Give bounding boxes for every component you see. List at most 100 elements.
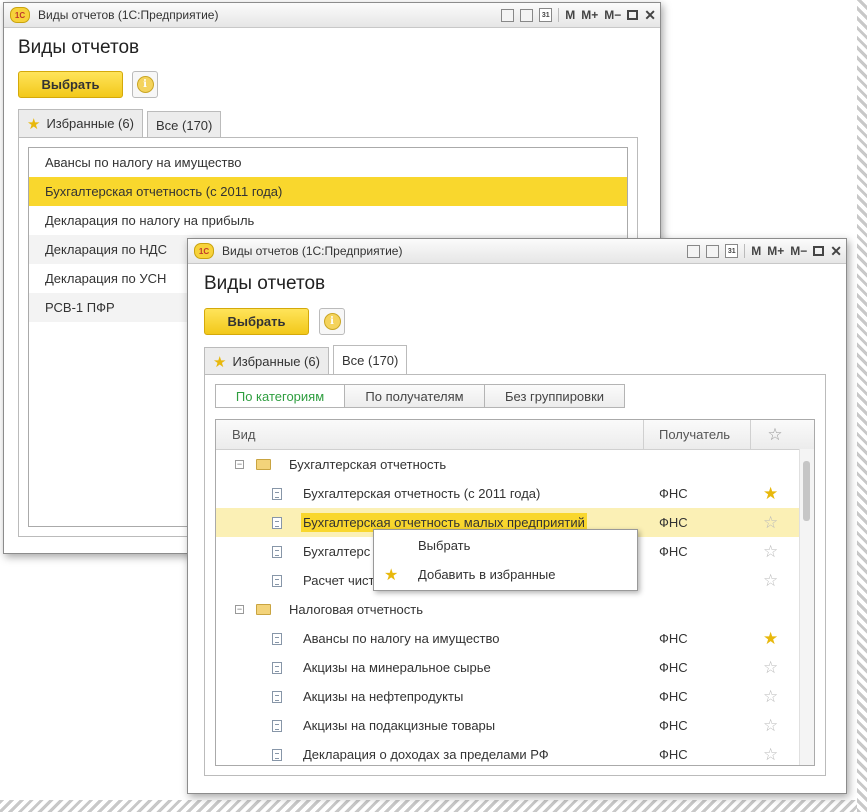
context-menu: Выбрать ★ Добавить в избранные xyxy=(373,529,638,591)
group-row[interactable]: − Бухгалтерская отчетность xyxy=(216,450,814,479)
select-button[interactable]: Выбрать xyxy=(18,71,123,98)
favorite-star-icon[interactable]: ★ xyxy=(763,629,778,649)
scrollbar-thumb[interactable] xyxy=(803,461,810,521)
row-recipient: ФНС xyxy=(659,718,688,733)
list-item-selected[interactable]: Бухгалтерская отчетность (с 2011 года) xyxy=(29,177,627,206)
favorite-star-outline-icon[interactable]: ☆ xyxy=(763,745,778,765)
context-menu-item-add-favorite[interactable]: ★ Добавить в избранные xyxy=(374,560,637,589)
calculator-icon[interactable] xyxy=(706,244,720,258)
tab-favorites[interactable]: ★ Избранные (6) xyxy=(204,347,329,375)
list-item[interactable]: Декларация по налогу на прибыль xyxy=(29,206,627,235)
select-button[interactable]: Выбрать xyxy=(204,308,309,335)
window-all-reports: 1С Виды отчетов (1С:Предприятие) 31 M M+… xyxy=(187,238,847,794)
column-header-name[interactable]: Вид xyxy=(216,420,644,449)
calculator-icon[interactable] xyxy=(520,8,534,22)
collapse-icon[interactable]: − xyxy=(235,605,244,614)
star-icon: ★ xyxy=(27,115,41,133)
document-icon xyxy=(272,719,282,732)
maximize-icon[interactable] xyxy=(813,246,825,256)
document-icon xyxy=(272,632,282,645)
favorite-star-outline-icon[interactable]: ☆ xyxy=(763,687,778,707)
calendar-icon[interactable]: 31 xyxy=(539,8,553,22)
column-header-favorite[interactable]: ☆ xyxy=(751,420,799,449)
maximize-icon[interactable] xyxy=(627,10,639,20)
table-row[interactable]: Декларация о доходах за пределами РФ ФНС… xyxy=(216,740,814,765)
row-label: Бухгалтерская отчетность (с 2011 года) xyxy=(303,486,541,501)
form-title: Виды отчетов xyxy=(204,273,326,294)
table-row[interactable]: Авансы по налогу на имущество ФНС ★ xyxy=(216,624,814,653)
titlebar-tools: 31 M M+ M− ✕ xyxy=(501,3,656,27)
list-item-label: Декларация по НДС xyxy=(45,242,167,257)
favorite-star-icon[interactable]: ★ xyxy=(763,484,778,504)
table-row[interactable]: Акцизы на минеральное сырье ФНС ☆ xyxy=(216,653,814,682)
list-item-label: Авансы по налогу на имущество xyxy=(45,155,242,170)
folder-icon xyxy=(256,604,271,615)
memory-m-button[interactable]: M xyxy=(751,244,761,258)
group-label: Бухгалтерская отчетность xyxy=(289,457,447,472)
list-item-label: Бухгалтерская отчетность (с 2011 года) xyxy=(45,184,283,199)
star-icon: ★ xyxy=(384,566,399,584)
row-label: Акцизы на подакцизные товары xyxy=(303,718,496,733)
memory-plus-button[interactable]: M+ xyxy=(767,244,784,258)
column-header-recipient[interactable]: Получатель xyxy=(644,420,751,449)
row-recipient: ФНС xyxy=(659,544,688,559)
menu-item-label: Выбрать xyxy=(418,537,471,553)
table-row[interactable]: Акцизы на подакцизные товары ФНС ☆ xyxy=(216,711,814,740)
info-button[interactable]: i xyxy=(319,308,345,335)
tab-all[interactable]: Все (170) xyxy=(147,111,222,139)
memory-m-button[interactable]: M xyxy=(565,8,575,22)
separator xyxy=(744,244,746,258)
torn-edge-bottom xyxy=(0,800,867,812)
form-title: Виды отчетов xyxy=(18,37,140,58)
table-row[interactable]: Бухгалтерская отчетность (с 2011 года) Ф… xyxy=(216,479,814,508)
context-menu-item-select[interactable]: Выбрать xyxy=(374,530,637,560)
memory-plus-button[interactable]: M+ xyxy=(581,8,598,22)
info-button[interactable]: i xyxy=(132,71,158,98)
group-row[interactable]: − Налоговая отчетность xyxy=(216,595,814,624)
column-label: Вид xyxy=(232,427,256,442)
link-icon[interactable] xyxy=(687,244,701,258)
list-item-label: Декларация по налогу на прибыль xyxy=(45,213,255,228)
row-label: Декларация о доходах за пределами РФ xyxy=(303,747,549,762)
app-logo-icon: 1С xyxy=(194,243,214,259)
close-icon[interactable]: ✕ xyxy=(644,7,656,24)
row-recipient: ФНС xyxy=(659,747,688,762)
tab-label: Все (170) xyxy=(156,118,213,133)
row-label: Расчет чист xyxy=(303,573,375,588)
favorite-star-outline-icon[interactable]: ☆ xyxy=(763,716,778,736)
memory-minus-button[interactable]: M− xyxy=(604,8,621,22)
no-grouping-button[interactable]: Без группировки xyxy=(484,384,625,408)
group-label: Налоговая отчетность xyxy=(289,602,423,617)
favorite-star-outline-icon[interactable]: ☆ xyxy=(763,658,778,678)
report-types-table[interactable]: Вид Получатель ☆ − Бухгалтерская отчетнос… xyxy=(215,419,815,766)
list-item-label: РСВ-1 ПФР xyxy=(45,300,115,315)
calendar-icon[interactable]: 31 xyxy=(725,244,739,258)
row-label: Акцизы на минеральное сырье xyxy=(303,660,491,675)
separator xyxy=(558,8,560,22)
favorite-star-outline-icon[interactable]: ☆ xyxy=(763,542,778,562)
link-icon[interactable] xyxy=(501,8,515,22)
document-icon xyxy=(272,574,282,587)
group-by-category-button[interactable]: По категориям xyxy=(215,384,345,408)
list-item[interactable]: Авансы по налогу на имущество xyxy=(29,148,627,177)
memory-minus-button[interactable]: M− xyxy=(790,244,807,258)
tab-all[interactable]: Все (170) xyxy=(333,345,408,375)
favorite-star-outline-icon[interactable]: ☆ xyxy=(763,513,778,533)
row-label: Авансы по налогу на имущество xyxy=(303,631,500,646)
titlebar: 1С Виды отчетов (1С:Предприятие) 31 M M+… xyxy=(188,239,846,264)
favorite-star-outline-icon[interactable]: ☆ xyxy=(763,571,778,591)
menu-item-label: Добавить в избранные xyxy=(418,567,556,582)
window-title: Виды отчетов (1С:Предприятие) xyxy=(222,244,403,258)
tab-favorites[interactable]: ★ Избранные (6) xyxy=(18,109,143,137)
info-icon: i xyxy=(136,76,154,93)
folder-icon xyxy=(256,459,271,470)
close-icon[interactable]: ✕ xyxy=(830,243,842,260)
titlebar-tools: 31 M M+ M− ✕ xyxy=(687,239,842,263)
star-outline-icon: ☆ xyxy=(767,424,783,444)
document-icon xyxy=(272,487,282,500)
row-label: Акцизы на нефтепродукты xyxy=(303,689,464,704)
table-row[interactable]: Акцизы на нефтепродукты ФНС ☆ xyxy=(216,682,814,711)
collapse-icon[interactable]: − xyxy=(235,460,244,469)
group-by-recipient-button[interactable]: По получателям xyxy=(344,384,485,408)
vertical-scrollbar[interactable] xyxy=(799,449,814,765)
